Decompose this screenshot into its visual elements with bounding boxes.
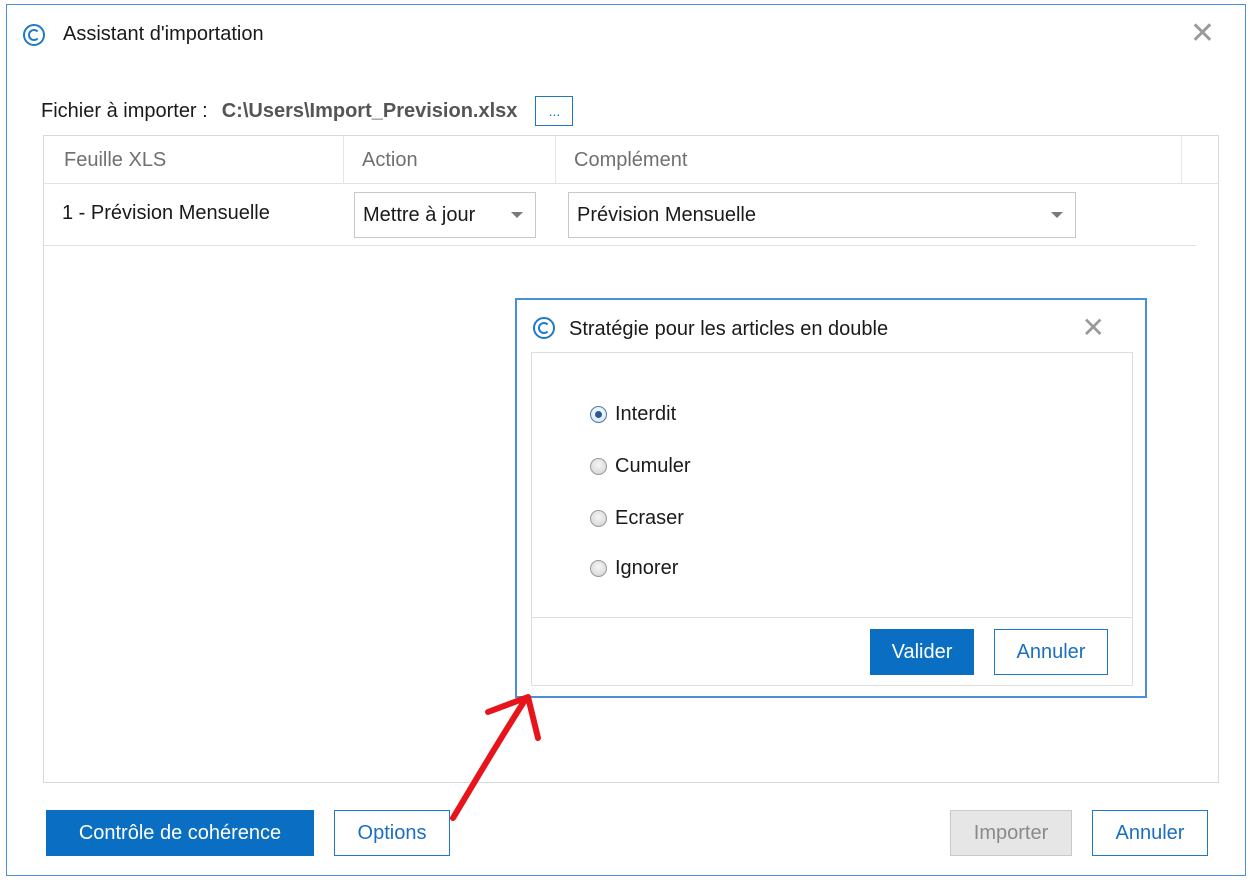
annotation-arrow-icon	[450, 694, 541, 821]
